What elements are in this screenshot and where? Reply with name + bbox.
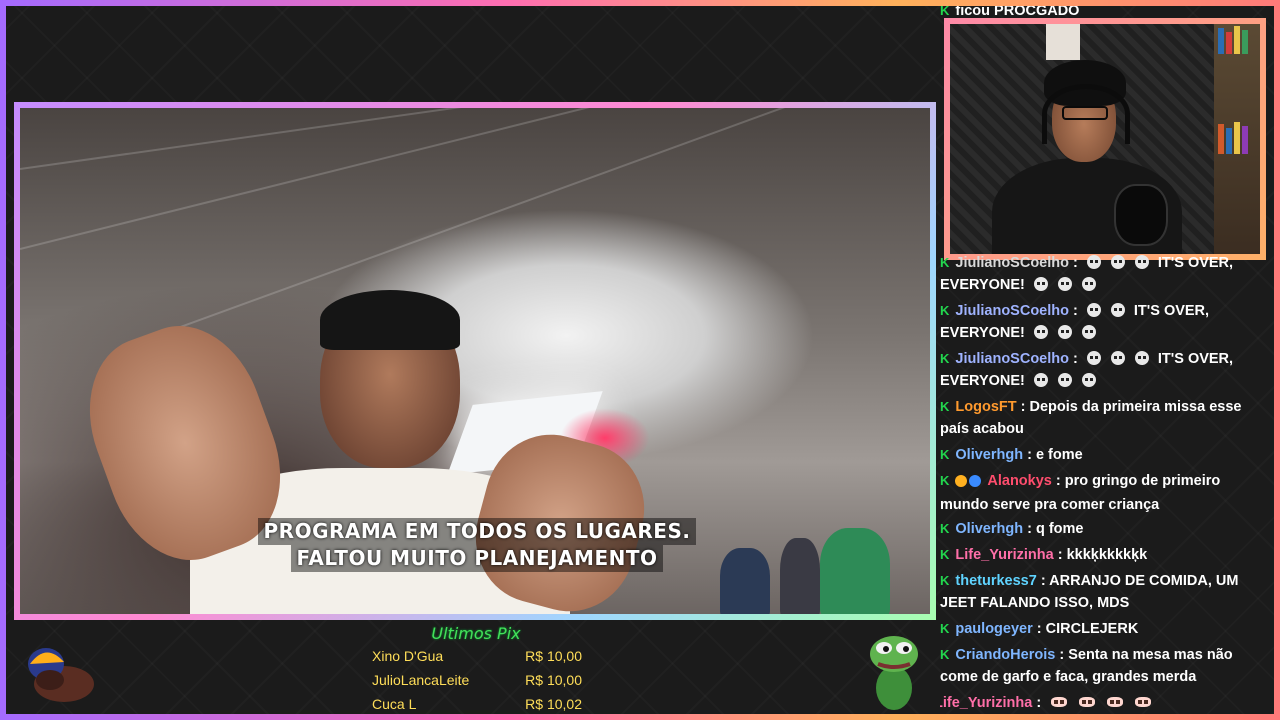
chat-text: EVERYONE! [940,373,1025,389]
skull-emote-icon [1134,351,1149,365]
chat-username[interactable]: Oliverhgh [955,447,1023,463]
k-badge-icon: K [940,621,950,636]
chat-text: kkkķkkkkķk [1066,547,1148,563]
subtitle-line-1: PROGRAMA EM TODOS OS LUGARES. [257,518,697,545]
k-badge-icon: K [940,447,950,462]
k-badge-icon: K [940,351,950,366]
ceiling-line [119,108,873,350]
chat-message: K Oliverhgh : q fome [940,518,1266,540]
speaker-hair [320,290,460,350]
chat-username[interactable]: Oliverhgh [955,521,1023,537]
chat-text: q fome [1035,521,1084,537]
skull-emote-icon [1033,277,1048,291]
pix-title: Ultimos Pix [431,624,521,643]
eyes-emote-icon [1107,697,1124,707]
k-badge-icon: K [940,255,950,270]
main-video[interactable]: PROGRAMA EM TODOS OS LUGARES. FALTOU MUI… [20,108,930,614]
main-video-frame: PROGRAMA EM TODOS OS LUGARES. FALTOU MUI… [14,102,936,620]
subtitle-line-2: FALTOU MUITO PLANEJAMENTO [290,545,664,572]
chat-message-partial: Kficou PROCGADO [940,6,1266,22]
chat-message: K CriandoHerois : Senta na mesa mas não c… [940,644,1266,688]
chat-text: EVERYONE! [940,277,1025,293]
skull-emote-icon [1086,351,1101,365]
chat-message: K JiulianoSCoelho : IT'S OVER, EVERYONE! [940,252,1266,296]
chat-username[interactable]: JiulianoSCoelho [955,303,1069,319]
k-badge-icon: K [940,521,950,536]
chat-message: K JiulianoSCoelho : IT'S OVER, EVERYONE! [940,348,1266,392]
eyes-emote-icon [1135,697,1152,707]
skull-emote-icon [1086,303,1101,317]
pix-amount: R$ 10,00 [525,648,582,664]
skull-emote-icon [1110,303,1125,317]
skull-emote-icon [1110,255,1125,269]
k-badge-icon: K [940,547,950,562]
skull-emote-icon [1081,373,1096,387]
k-badge-icon: K [940,399,950,414]
skull-emote-icon [1057,325,1072,339]
pix-entry: JulioLancaLeite R$ 10,00 [372,672,582,688]
skull-emote-icon [1081,325,1096,339]
chat-message: Life_Yurizinha : [940,692,1260,714]
chat-text: CIRCLEJERK [1045,621,1139,637]
chat-text: EVERYONE! [940,325,1025,341]
chat-text: IT'S OVER, [1133,303,1210,319]
chat-message: K Life_Yurizinha : kkkķkkkkķk [940,544,1266,566]
chat-text: IT'S OVER, [1157,255,1234,271]
chat-username[interactable]: JiulianoSCoelho [955,351,1069,367]
ceiling-line [20,108,894,250]
k-badge-icon: K [940,647,950,662]
background-person [720,548,770,614]
skull-emote-icon [1057,277,1072,291]
skull-emote-icon [1081,277,1096,291]
chat-message: Kpaulogeyer : CIRCLEJERK [940,618,1266,640]
chat-username[interactable]: theturkess7 [955,573,1036,589]
chat-username[interactable]: Life_Yurizinha [955,547,1053,563]
skull-emote-icon [1134,255,1149,269]
skull-emote-icon [1057,373,1072,387]
k-badge-icon: K [940,6,950,18]
mascot-icon [28,648,94,702]
chat-username[interactable]: JiulianoSCoelho [955,255,1069,271]
skull-emote-icon [1033,373,1048,387]
stream-overlay-frame: PROGRAMA EM TODOS OS LUGARES. FALTOU MUI… [0,0,1280,720]
chat-message: K JiulianoSCoelho : IT'S OVER, EVERYONE! [940,300,1266,344]
pix-amount: R$ 10,02 [525,696,582,712]
skull-emote-icon [1086,255,1101,269]
eyes-emote-icon [1079,697,1096,707]
chat-username[interactable]: LogosFT [955,399,1016,415]
k-badge-icon: K [940,573,950,588]
pix-entry: Cuca L R$ 10,02 [372,696,582,712]
chat-text: ficou PROCGADO [955,6,1080,19]
background-person [820,528,890,614]
chat-username[interactable]: paulogeyer [955,621,1032,637]
chat-message: K LogosFT : Depois da primeira missa esse… [940,396,1266,440]
background-person [780,538,820,614]
eyes-emote-icon [1051,697,1068,707]
pix-donor: Xino D'Gua [372,648,444,664]
skull-emote-icon [1110,351,1125,365]
chat-username[interactable]: Alanokys [987,473,1051,489]
video-subtitle: PROGRAMA EM TODOS OS LUGARES. FALTOU MUI… [230,518,724,572]
chat-message: K Oliverhgh : e fome [940,444,1266,466]
chat-panel[interactable]: Kficou PROCGADO K JiulianoSCoelho : IT'S … [940,6,1270,714]
skull-emote-icon [1033,325,1048,339]
pix-donor: JulioLancaLeite [372,672,470,688]
stream-overlay: PROGRAMA EM TODOS OS LUGARES. FALTOU MUI… [6,6,1274,714]
pix-entry: Xino D'Gua R$ 10,00 [372,648,582,664]
pepe-frog-icon [870,636,918,710]
pix-donor: Cuca L [372,696,417,712]
chat-username[interactable]: CriandoHerois [955,647,1055,663]
chat-message: K Alanokys : pro gringo de primeiro mundo… [940,470,1266,516]
chat-text: e fome [1035,447,1083,463]
k-badge-icon: K [940,303,950,318]
chat-message: Ktheturkess7 : ARRANJO DE COMIDA, UM JEE… [940,570,1266,614]
pix-amount: R$ 10,00 [525,672,582,688]
k-badge-icon: K [940,473,950,488]
chat-text: IT'S OVER, [1157,351,1234,367]
chat-username[interactable]: Life_Yurizinha [940,695,1032,711]
sub-badges-icon [955,472,983,494]
